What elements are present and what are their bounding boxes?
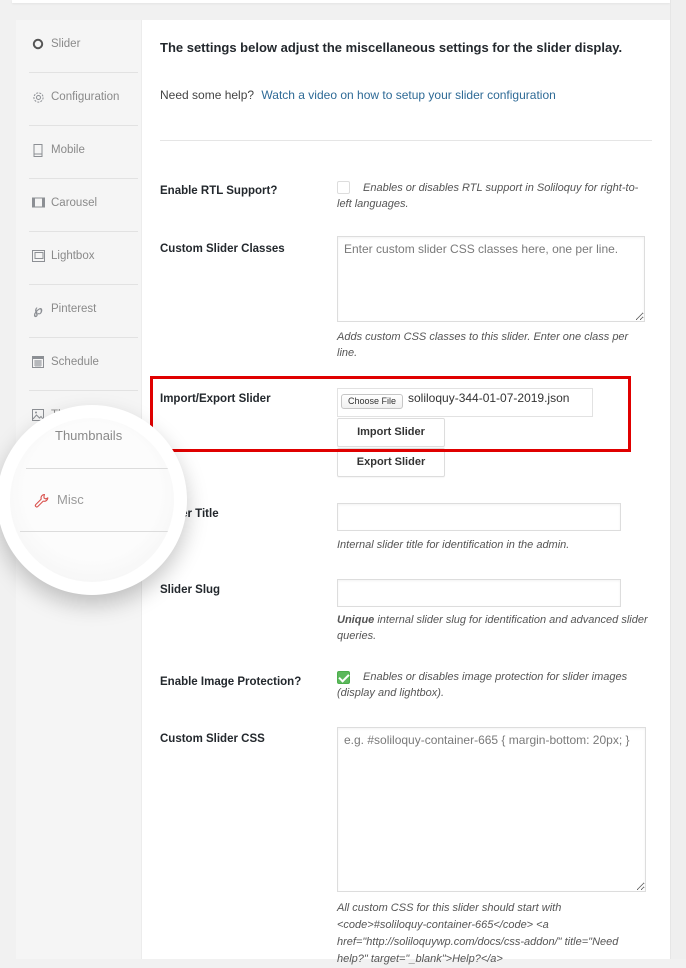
intro-heading: The settings below adjust the miscellane… [160,40,623,55]
file-input[interactable]: Choose File soliloquy-344-01-07-2019.jso… [337,388,593,417]
slider-slug-description: Unique internal slider slug for identifi… [337,612,649,644]
slider-slug-input[interactable] [337,579,621,607]
rtl-label: Enable RTL Support? [160,185,278,197]
import-export-label: Import/Export Slider [160,393,271,405]
divider [26,468,174,469]
custom-classes-textarea[interactable] [337,236,645,322]
magnifier-callout: Thumbnails Misc [0,405,187,595]
custom-classes-description: Adds custom CSS classes to this slider. … [337,331,629,359]
sidebar-item-carousel[interactable]: Carousel [16,179,142,232]
sidebar-item-pinterest[interactable]: ℘ Pinterest [16,285,142,338]
gear-icon [32,91,44,105]
carousel-icon [32,197,45,211]
help-line: Need some help? Watch a video on how to … [160,88,556,102]
sidebar-item-mobile[interactable]: Mobile [16,126,142,179]
calendar-icon [32,356,44,370]
divider [160,140,652,141]
sidebar-item-label: Pinterest [51,303,97,315]
right-edge [670,0,686,959]
circle-ring-icon [32,38,44,52]
export-slider-button[interactable]: Export Slider [337,448,445,477]
pinterest-icon: ℘ [33,302,43,317]
custom-css-description: All custom CSS for this slider should st… [337,902,619,965]
slider-title-description: Internal slider title for identification… [337,539,570,551]
rtl-description: Enables or disables RTL support in Solil… [337,182,639,210]
top-strip [12,0,670,3]
wrench-icon [34,493,50,509]
slider-title-input[interactable] [337,503,621,531]
import-slider-button[interactable]: Import Slider [337,418,445,447]
help-video-link[interactable]: Watch a video on how to setup your slide… [261,88,555,102]
help-prefix: Need some help? [160,88,255,102]
sidebar-item-lightbox[interactable]: Lightbox [16,232,142,285]
lightbox-icon [32,250,45,264]
custom-css-textarea[interactable] [337,727,646,892]
mobile-icon [32,144,44,158]
slug-unique-strong: Unique [337,614,375,626]
slider-slug-label: Slider Slug [160,584,221,596]
sidebar-item-label: Mobile [51,144,85,156]
choose-file-button[interactable]: Choose File [341,394,404,409]
sidebar-item-misc[interactable]: Misc [57,492,84,507]
custom-classes-label: Custom Slider Classes [160,243,285,255]
slug-description-text: internal slider slug for identification … [337,614,648,642]
divider [20,531,174,532]
sidebar-item-label: Lightbox [51,250,95,262]
custom-css-label: Custom Slider CSS [160,733,265,745]
image-protection-description: Enables or disables image protection for… [337,671,628,699]
magnified-thumbnails-label: Thumbnails [55,428,123,443]
sidebar-item-label: Configuration [51,91,120,103]
sidebar-item-configuration[interactable]: Configuration [16,73,142,126]
sidebar-item-label: Slider [51,38,81,50]
sidebar-item-schedule[interactable]: Schedule [16,338,142,391]
sidebar-item-label: Carousel [51,197,98,209]
sidebar-item-label: Schedule [51,356,99,368]
image-protection-label: Enable Image Protection? [160,676,302,688]
selected-file-name: soliloquy-344-01-07-2019.json [408,391,570,405]
sidebar-item-slider[interactable]: Slider [16,20,142,73]
magnifier-lens: Thumbnails Misc [10,418,174,582]
misc-settings-panel: The settings below adjust the miscellane… [142,20,670,965]
